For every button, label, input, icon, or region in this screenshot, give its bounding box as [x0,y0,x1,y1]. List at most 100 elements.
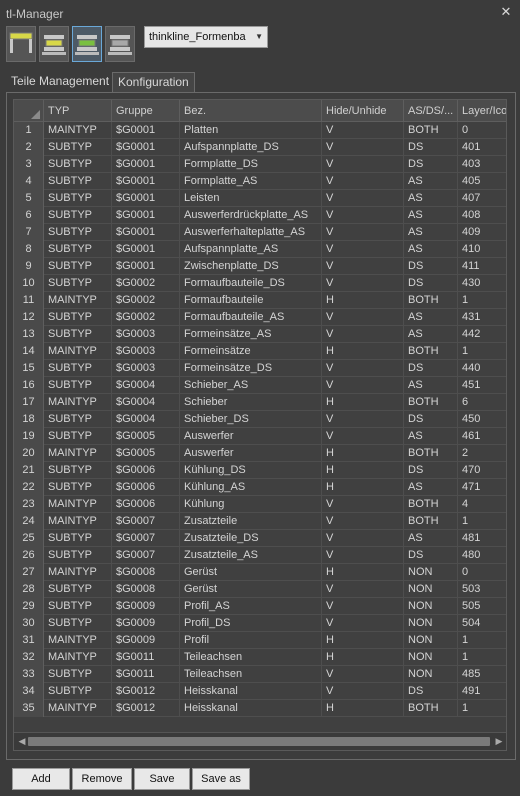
cell-as-ds[interactable]: NON [404,615,458,632]
row-number[interactable]: 33 [14,666,44,683]
cell-gruppe[interactable]: $G0001 [112,241,180,258]
row-number[interactable]: 25 [14,530,44,547]
table-row[interactable]: 1 MAINTYP $G0001 Platten V BOTH 0 [14,122,506,139]
table-row[interactable]: 22 SUBTYP $G0006 Kühlung_AS H AS 471 [14,479,506,496]
table-row[interactable]: 19 SUBTYP $G0005 Auswerfer V AS 461 [14,428,506,445]
cell-bez[interactable]: Formaufbauteile_AS [180,309,322,326]
cell-bez[interactable]: Schieber [180,394,322,411]
mold-grey-icon-button[interactable] [105,26,135,62]
row-number[interactable]: 2 [14,139,44,156]
cell-as-ds[interactable]: DS [404,275,458,292]
cell-layer[interactable]: 485 [458,666,506,683]
cell-layer[interactable]: 0 [458,564,506,581]
cell-gruppe[interactable]: $G0001 [112,122,180,139]
cell-gruppe[interactable]: $G0005 [112,428,180,445]
row-number[interactable]: 19 [14,428,44,445]
cell-gruppe[interactable]: $G0007 [112,513,180,530]
cell-layer[interactable]: 442 [458,326,506,343]
cell-hide-unhide[interactable]: V [322,496,404,513]
table-row[interactable]: 34 SUBTYP $G0012 Heisskanal V DS 491 [14,683,506,700]
cell-bez[interactable]: Zusatzteile [180,513,322,530]
cell-gruppe[interactable]: $G0009 [112,598,180,615]
template-dropdown[interactable]: thinkline_Formenba ▼ [144,26,268,48]
cell-typ[interactable]: SUBTYP [44,258,112,275]
cell-typ[interactable]: SUBTYP [44,598,112,615]
cell-layer[interactable]: 410 [458,241,506,258]
cell-as-ds[interactable]: BOTH [404,122,458,139]
cell-as-ds[interactable]: DS [404,156,458,173]
cell-gruppe[interactable]: $G0012 [112,700,180,717]
cell-hide-unhide[interactable]: H [322,632,404,649]
cell-hide-unhide[interactable]: V [322,173,404,190]
table-row[interactable]: 2 SUBTYP $G0001 Aufspannplatte_DS V DS 401 [14,139,506,156]
cell-hide-unhide[interactable]: V [322,513,404,530]
cell-bez[interactable]: Auswerferhalteplatte_AS [180,224,322,241]
cell-typ[interactable]: SUBTYP [44,377,112,394]
table-row[interactable]: 7 SUBTYP $G0001 Auswerferhalteplatte_AS V AS 4… [14,224,506,241]
cell-gruppe[interactable]: $G0001 [112,207,180,224]
cell-as-ds[interactable]: DS [404,139,458,156]
cell-gruppe[interactable]: $G0004 [112,377,180,394]
cell-bez[interactable]: Aufspannplatte_AS [180,241,322,258]
cell-typ[interactable]: MAINTYP [44,445,112,462]
cell-layer[interactable]: 405 [458,173,506,190]
cell-as-ds[interactable]: AS [404,530,458,547]
cell-layer[interactable]: 2 [458,445,506,462]
cell-typ[interactable]: SUBTYP [44,224,112,241]
cell-layer[interactable]: 0 [458,122,506,139]
cell-hide-unhide[interactable]: V [322,377,404,394]
cell-gruppe[interactable]: $G0008 [112,581,180,598]
cell-hide-unhide[interactable]: V [322,428,404,445]
cell-typ[interactable]: MAINTYP [44,649,112,666]
cell-typ[interactable]: MAINTYP [44,564,112,581]
cell-as-ds[interactable]: BOTH [404,343,458,360]
table-row[interactable]: 23 MAINTYP $G0006 Kühlung V BOTH 4 [14,496,506,513]
col-header-as-ds[interactable]: AS/DS/... [404,100,458,122]
table-row[interactable]: 28 SUBTYP $G0008 Gerüst V NON 503 [14,581,506,598]
table-row[interactable]: 30 SUBTYP $G0009 Profil_DS V NON 504 [14,615,506,632]
cell-hide-unhide[interactable]: V [322,224,404,241]
cell-bez[interactable]: Formeinsätze [180,343,322,360]
cell-layer[interactable]: 491 [458,683,506,700]
cell-bez[interactable]: Teileachsen [180,666,322,683]
cell-layer[interactable]: 1 [458,649,506,666]
cell-hide-unhide[interactable]: V [322,122,404,139]
col-header-gruppe[interactable]: Gruppe [112,100,180,122]
cell-layer[interactable]: 431 [458,309,506,326]
cell-bez[interactable]: Gerüst [180,581,322,598]
cell-layer[interactable]: 408 [458,207,506,224]
cell-gruppe[interactable]: $G0002 [112,275,180,292]
cell-layer[interactable]: 480 [458,547,506,564]
cell-bez[interactable]: Leisten [180,190,322,207]
cell-as-ds[interactable]: DS [404,683,458,700]
cell-hide-unhide[interactable]: V [322,139,404,156]
cell-layer[interactable]: 1 [458,632,506,649]
cell-typ[interactable]: SUBTYP [44,173,112,190]
cell-typ[interactable]: SUBTYP [44,326,112,343]
table-row[interactable]: 25 SUBTYP $G0007 Zusatzteile_DS V AS 481 [14,530,506,547]
cell-as-ds[interactable]: BOTH [404,445,458,462]
cell-typ[interactable]: MAINTYP [44,496,112,513]
cell-gruppe[interactable]: $G0003 [112,326,180,343]
cell-hide-unhide[interactable]: V [322,326,404,343]
cell-typ[interactable]: SUBTYP [44,207,112,224]
table-row[interactable]: 8 SUBTYP $G0001 Aufspannplatte_AS V AS 410 [14,241,506,258]
cell-typ[interactable]: SUBTYP [44,547,112,564]
row-number[interactable]: 8 [14,241,44,258]
cell-as-ds[interactable]: DS [404,360,458,377]
table-row[interactable]: 20 MAINTYP $G0005 Auswerfer H BOTH 2 [14,445,506,462]
cell-as-ds[interactable]: DS [404,258,458,275]
cell-hide-unhide[interactable]: H [322,649,404,666]
cell-gruppe[interactable]: $G0002 [112,292,180,309]
cell-typ[interactable]: SUBTYP [44,275,112,292]
cell-typ[interactable]: MAINTYP [44,122,112,139]
cell-as-ds[interactable]: NON [404,649,458,666]
table-row[interactable]: 12 SUBTYP $G0002 Formaufbauteile_AS V AS 431 [14,309,506,326]
table-row[interactable]: 21 SUBTYP $G0006 Kühlung_DS H DS 470 [14,462,506,479]
row-number[interactable]: 23 [14,496,44,513]
cell-bez[interactable]: Formaufbauteile [180,292,322,309]
cell-hide-unhide[interactable]: V [322,581,404,598]
cell-gruppe[interactable]: $G0006 [112,462,180,479]
row-number[interactable]: 17 [14,394,44,411]
cell-bez[interactable]: Heisskanal [180,700,322,717]
